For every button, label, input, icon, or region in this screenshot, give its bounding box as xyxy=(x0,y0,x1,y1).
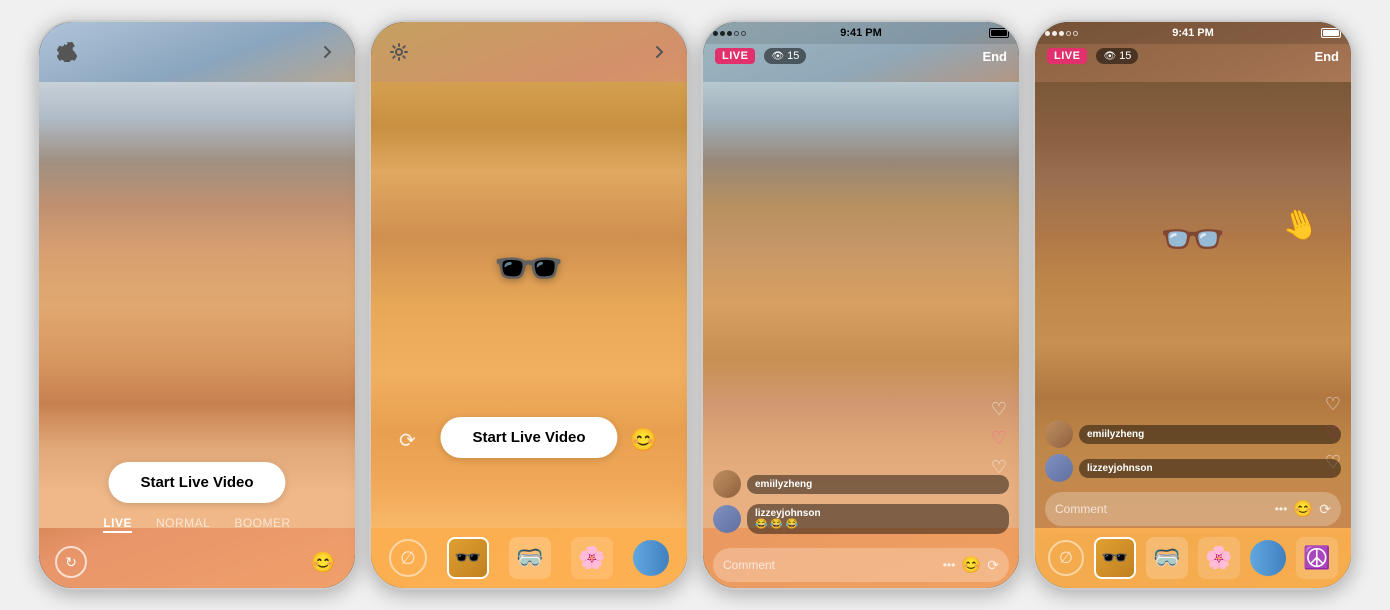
next-icon[interactable] xyxy=(313,38,341,66)
comment-row-1-3: emiilyzheng xyxy=(713,470,1009,498)
glasses-filter-overlay: 🕶️ xyxy=(493,235,565,303)
comment-input-4[interactable]: Comment ••• 😊 ⟳ xyxy=(1045,492,1341,526)
flip-camera-icon[interactable]: ↻ xyxy=(55,546,87,578)
sticker-icon-2[interactable]: 😊 xyxy=(630,427,657,453)
flip-input-icon-4[interactable]: ⟳ xyxy=(1319,501,1331,518)
emoji-input-icon-3[interactable]: 😊 xyxy=(961,555,981,575)
time-3: 9:41 PM xyxy=(840,27,882,39)
comment-bubble-1-4: emiilyzheng xyxy=(1079,425,1341,444)
live-badge-4: LIVE xyxy=(1047,48,1087,64)
live-controls-3: LIVE 👁 15 End xyxy=(703,44,1019,68)
emoji-icon[interactable]: 😊 xyxy=(307,546,339,578)
sunglasses-filter-btn-4[interactable]: 🕶️ xyxy=(1094,537,1136,579)
comment-bubble-2-4: lizzeyjohnson xyxy=(1079,459,1341,478)
stripe-filter-btn-2[interactable] xyxy=(633,540,669,576)
goggles-filter-btn-2[interactable]: 🥽 xyxy=(509,537,551,579)
commenter-avatar-1-4 xyxy=(1045,420,1073,448)
signal-dots-3 xyxy=(713,31,746,36)
comments-area-3: emiilyzheng lizzeyjohnson 😂 😂 😂 xyxy=(703,470,1019,540)
status-bar-3: 9:41 PM xyxy=(703,22,1019,44)
live-badge-3: LIVE xyxy=(715,48,755,64)
phone-frame-3: 9:41 PM LIVE 👁 15 End ♡ ♡ ♡ emiilyzheng xyxy=(701,20,1021,590)
end-button-3[interactable]: End xyxy=(982,49,1007,64)
tab-normal-1[interactable]: NORMAL xyxy=(156,516,210,533)
hearts-3: ♡ ♡ ♡ xyxy=(991,399,1007,478)
flower-filter-btn-2[interactable]: 🌸 xyxy=(571,537,613,579)
input-icons-3: ••• 😊 ⟳ xyxy=(943,555,999,575)
filter-strip-2: ∅ 🕶️ 🥽 🌸 xyxy=(371,528,687,588)
peace-filter-btn-4[interactable]: ☮️ xyxy=(1296,537,1338,579)
tab-boomerang-1[interactable]: BOOMER xyxy=(234,516,290,533)
filter-strip-4: ∅ 🕶️ 🥽 🌸 ☮️ xyxy=(1035,528,1351,588)
input-icons-4: ••• 😊 ⟳ xyxy=(1275,499,1331,519)
glasses-filter-overlay-4: 👓 xyxy=(1159,208,1226,271)
flip-input-icon-3[interactable]: ⟳ xyxy=(987,557,999,574)
flower-filter-btn-4[interactable]: 🌸 xyxy=(1198,537,1240,579)
viewer-count-3: 👁 15 xyxy=(764,48,806,64)
signal-dots-4 xyxy=(1045,31,1078,36)
goggles-filter-btn-4[interactable]: 🥽 xyxy=(1146,537,1188,579)
comment-row-2-4: lizzeyjohnson xyxy=(1045,454,1341,482)
more-options-icon-3[interactable]: ••• xyxy=(943,558,956,572)
comment-placeholder-3: Comment xyxy=(723,558,943,572)
sunglasses-filter-btn-2[interactable]: 🕶️ xyxy=(447,537,489,579)
start-live-button-1[interactable]: Start Live Video xyxy=(108,462,285,503)
no-filter-btn-2[interactable]: ∅ xyxy=(389,539,427,577)
status-bar-4: 9:41 PM xyxy=(1035,22,1351,44)
tab-live-1[interactable]: LIVE xyxy=(103,516,132,533)
camera-view-3 xyxy=(703,82,1019,528)
flip-icon-2[interactable]: ⟳ xyxy=(399,428,416,453)
phone-frame-1: Start Live Video LIVE NORMAL BOOMER ↻ 😊 xyxy=(37,20,357,590)
top-controls-2 xyxy=(371,32,687,72)
settings-icon-2[interactable] xyxy=(385,38,413,66)
mode-tabs-1: LIVE NORMAL BOOMER xyxy=(39,516,355,533)
emoji-input-icon-4[interactable]: 😊 xyxy=(1293,499,1313,519)
bottom-controls-1: ↻ 😊 xyxy=(39,546,355,578)
comment-bubble-2-3: lizzeyjohnson 😂 😂 😂 xyxy=(747,504,1009,534)
comments-area-4: emiilyzheng lizzeyjohnson xyxy=(1035,420,1351,488)
comment-row-2-3: lizzeyjohnson 😂 😂 😂 xyxy=(713,504,1009,534)
next-icon-2[interactable] xyxy=(645,38,673,66)
time-4: 9:41 PM xyxy=(1172,27,1214,39)
stripe-filter-btn-4[interactable] xyxy=(1250,540,1286,576)
battery-3 xyxy=(989,28,1009,38)
more-options-icon-4[interactable]: ••• xyxy=(1275,502,1288,516)
top-controls-1 xyxy=(39,32,355,72)
end-button-4[interactable]: End xyxy=(1314,49,1339,64)
viewer-count-4: 👁 15 xyxy=(1096,48,1138,64)
camera-view-2: 🕶️ xyxy=(371,82,687,528)
start-live-button-2[interactable]: Start Live Video xyxy=(440,417,617,458)
commenter-avatar-2-4 xyxy=(1045,454,1073,482)
comment-row-1-4: emiilyzheng xyxy=(1045,420,1341,448)
phone-frame-4: 👓 🤚 9:41 PM LIVE 👁 15 End xyxy=(1033,20,1353,590)
commenter-avatar-1-3 xyxy=(713,470,741,498)
battery-4 xyxy=(1321,28,1341,38)
comment-bubble-1-3: emiilyzheng xyxy=(747,475,1009,494)
no-filter-btn-4[interactable]: ∅ xyxy=(1048,540,1084,576)
commenter-avatar-2-3 xyxy=(713,505,741,533)
comment-input-3[interactable]: Comment ••• 😊 ⟳ xyxy=(713,548,1009,582)
comment-placeholder-4: Comment xyxy=(1055,502,1275,516)
settings-icon[interactable] xyxy=(53,38,81,66)
phone-frame-2: 🕶️ Start Live Video 😊 ⟳ ∅ 🕶️ 🥽 🌸 xyxy=(369,20,689,590)
live-controls-4: LIVE 👁 15 End xyxy=(1035,44,1351,68)
